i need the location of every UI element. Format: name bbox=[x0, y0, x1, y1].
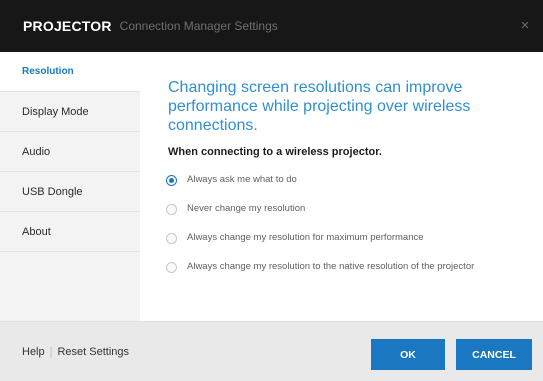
sidebar-item-usb-dongle[interactable]: USB Dongle bbox=[0, 172, 140, 212]
sidebar-item-display-mode[interactable]: Display Mode bbox=[0, 92, 140, 132]
radio-option-label: Never change my resolution bbox=[187, 203, 306, 214]
footer-links: Help | Reset Settings bbox=[22, 346, 129, 358]
sidebar-item-label: Resolution bbox=[22, 66, 74, 77]
sidebar-item-about[interactable]: About bbox=[0, 212, 140, 252]
link-separator: | bbox=[49, 346, 53, 358]
close-icon[interactable]: × bbox=[517, 18, 533, 34]
radio-option-native-resolution[interactable]: Always change my resolution to the nativ… bbox=[166, 261, 517, 273]
ok-button[interactable]: OK bbox=[371, 339, 445, 370]
radio-button[interactable] bbox=[166, 262, 177, 273]
radio-button[interactable] bbox=[166, 233, 177, 244]
panel-headline: Changing screen resolutions can improve … bbox=[168, 79, 471, 134]
sidebar: Resolution Display Mode Audio USB Dongle… bbox=[0, 52, 140, 321]
title-bar: PROJECTOR Connection Manager Settings × bbox=[0, 0, 543, 52]
radio-button-selected[interactable] bbox=[166, 175, 177, 186]
settings-window: PROJECTOR Connection Manager Settings × … bbox=[0, 0, 543, 381]
panel-subheading: When connecting to a wireless projector. bbox=[168, 146, 382, 158]
footer-bar: Help | Reset Settings OK CANCEL bbox=[0, 321, 543, 381]
help-link[interactable]: Help bbox=[22, 346, 45, 358]
radio-option-label: Always change my resolution for maximum … bbox=[187, 232, 424, 243]
sidebar-item-resolution[interactable]: Resolution bbox=[0, 52, 140, 92]
sidebar-item-label: Display Mode bbox=[22, 105, 89, 118]
app-brand: PROJECTOR bbox=[23, 18, 112, 34]
radio-option-always-ask[interactable]: Always ask me what to do bbox=[166, 174, 517, 186]
sidebar-item-label: About bbox=[22, 225, 51, 238]
sidebar-item-label: Audio bbox=[22, 145, 51, 158]
sidebar-item-audio[interactable]: Audio bbox=[0, 132, 140, 172]
radio-option-max-performance[interactable]: Always change my resolution for maximum … bbox=[166, 232, 517, 244]
radio-option-label: Always ask me what to do bbox=[187, 174, 297, 185]
sidebar-item-label: USB Dongle bbox=[22, 185, 83, 198]
radio-button[interactable] bbox=[166, 204, 177, 215]
radio-option-label: Always change my resolution to the nativ… bbox=[187, 261, 475, 272]
radio-option-never-change[interactable]: Never change my resolution bbox=[166, 203, 517, 215]
resolution-panel: Changing screen resolutions can improve … bbox=[140, 52, 543, 321]
reset-settings-link[interactable]: Reset Settings bbox=[57, 346, 129, 358]
cancel-button[interactable]: CANCEL bbox=[456, 339, 532, 370]
window-title: Connection Manager Settings bbox=[119, 19, 278, 33]
